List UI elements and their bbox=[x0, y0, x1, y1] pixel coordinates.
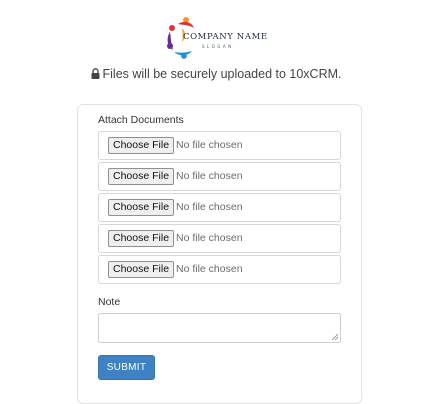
note-label: Note bbox=[98, 296, 121, 308]
resize-grip-icon[interactable] bbox=[332, 334, 338, 340]
submit-button[interactable]: SUBMIT bbox=[98, 355, 155, 380]
file-input-4[interactable]: Choose File No file chosen bbox=[98, 224, 341, 253]
file-status: No file chosen bbox=[176, 263, 243, 275]
choose-file-button[interactable]: Choose File bbox=[108, 230, 175, 247]
company-logo: COMPANY NAME SLOGAN bbox=[164, 14, 274, 60]
file-status: No file chosen bbox=[176, 201, 243, 213]
file-input-5[interactable]: Choose File No file chosen bbox=[98, 255, 341, 284]
file-status: No file chosen bbox=[176, 170, 243, 182]
choose-file-button[interactable]: Choose File bbox=[108, 199, 175, 216]
choose-file-button[interactable]: Choose File bbox=[108, 168, 175, 185]
note-textarea[interactable] bbox=[98, 313, 341, 343]
file-input-3[interactable]: Choose File No file chosen bbox=[98, 193, 341, 222]
choose-file-button[interactable]: Choose File bbox=[108, 261, 175, 278]
upload-notice: Files will be securely uploaded to 10xCR… bbox=[0, 67, 432, 81]
company-slogan: SLOGAN bbox=[202, 44, 234, 49]
company-name: COMPANY NAME bbox=[183, 32, 268, 42]
choose-file-button[interactable]: Choose File bbox=[108, 137, 175, 154]
upload-notice-text: Files will be securely uploaded to 10xCR… bbox=[102, 67, 342, 81]
file-status: No file chosen bbox=[176, 139, 243, 151]
file-input-2[interactable]: Choose File No file chosen bbox=[98, 162, 341, 191]
file-input-1[interactable]: Choose File No file chosen bbox=[98, 131, 341, 160]
attach-documents-label: Attach Documents bbox=[98, 114, 184, 126]
file-status: No file chosen bbox=[176, 232, 243, 244]
lock-icon bbox=[91, 68, 99, 79]
